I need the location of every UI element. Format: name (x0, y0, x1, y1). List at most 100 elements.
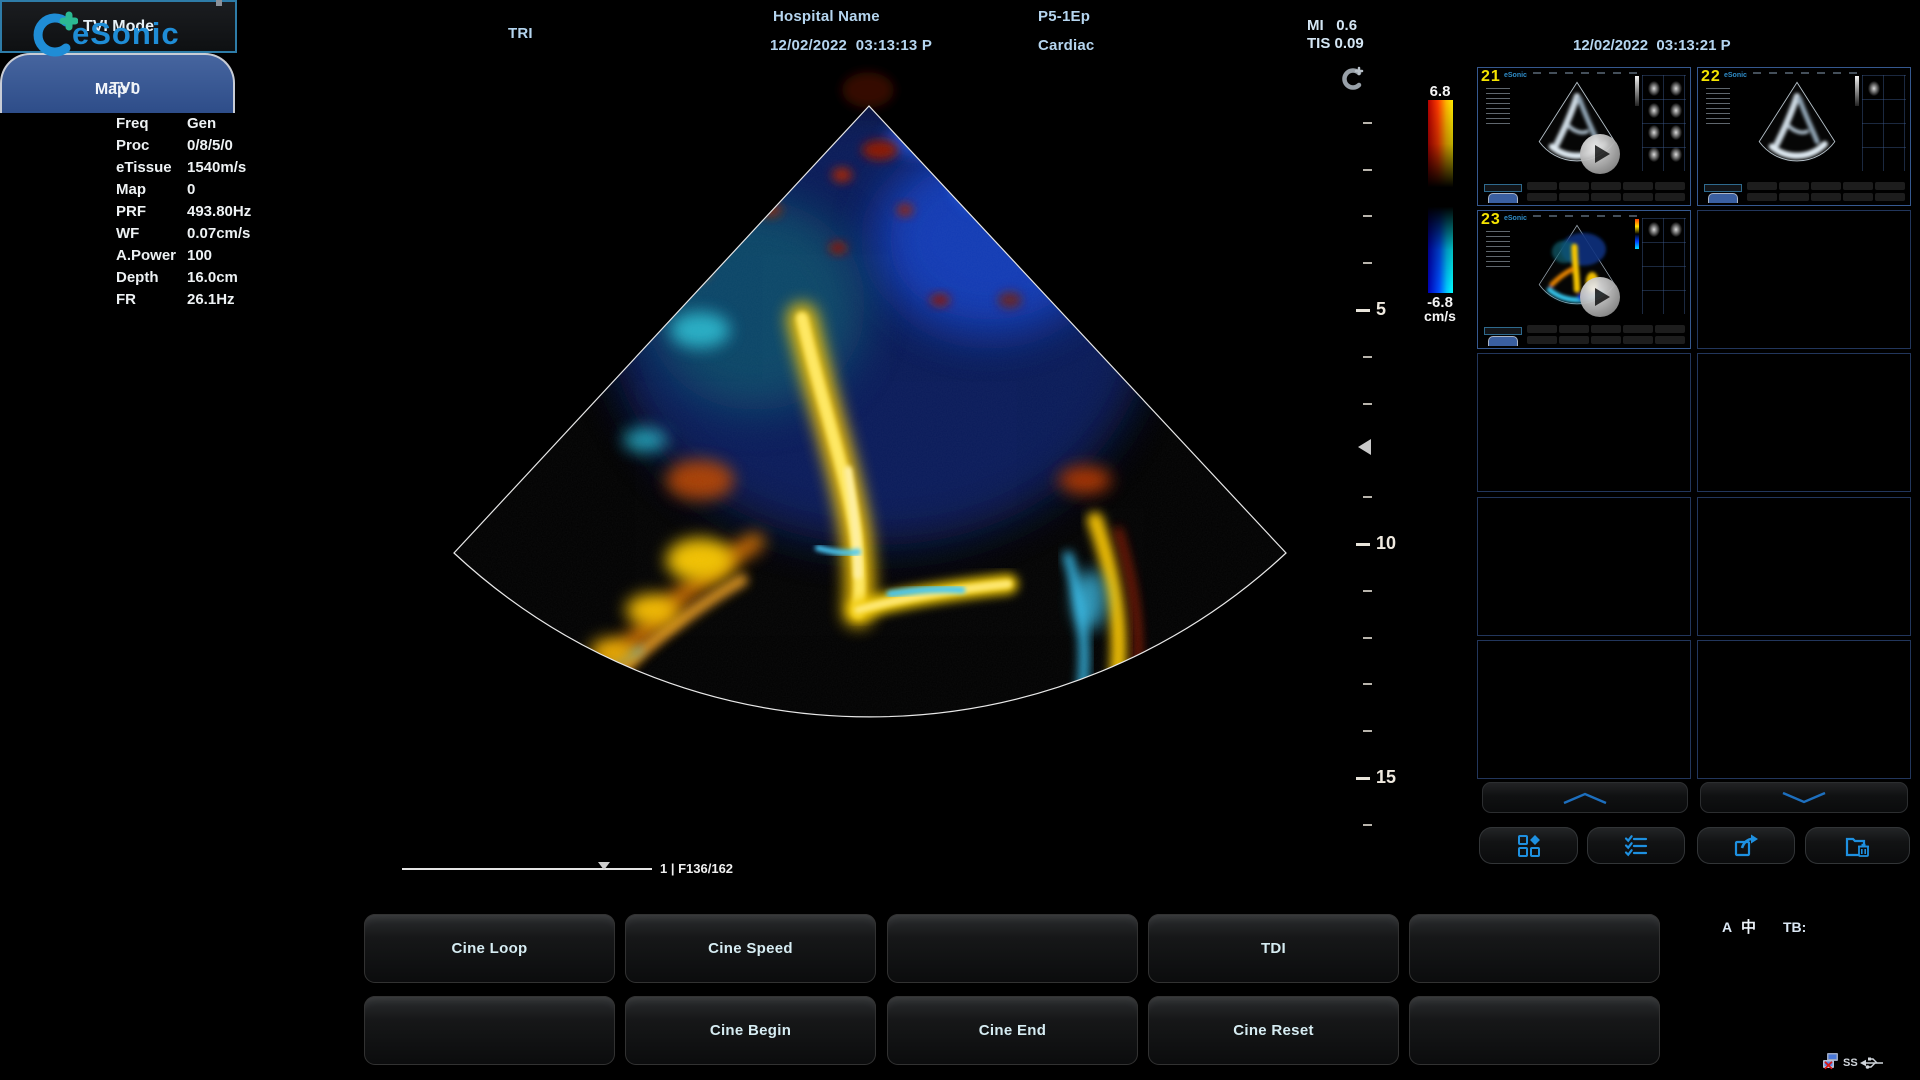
play-triangle (1595, 145, 1610, 163)
thumbnail-mini-mode-button (1484, 184, 1522, 192)
chevron-down-icon (1780, 791, 1828, 805)
thumbnail-mini-button (1527, 193, 1557, 201)
usb-trident-icon (1859, 1056, 1885, 1070)
cine-end-button[interactable]: Cine End (887, 996, 1138, 1065)
thumbnail-mini-button (1747, 182, 1777, 190)
thumbnail-mini-button (1559, 336, 1589, 344)
softkey-label: Cine Reset (1233, 1022, 1314, 1039)
cine-position-marker[interactable] (598, 862, 610, 870)
network-disconnected-icon: ✕ (1822, 1052, 1839, 1071)
depth-minor-tick (1363, 824, 1372, 826)
usb-ss-label: SS (1843, 1057, 1858, 1069)
thumbnail-mini-button (1623, 182, 1653, 190)
softkey-label: TDI (1261, 940, 1286, 957)
cine-reset-button[interactable]: Cine Reset (1148, 996, 1399, 1065)
layout-button[interactable] (1479, 827, 1578, 864)
trackball-indicator: TB: (1783, 919, 1806, 935)
thumbnail-empty-cell (1697, 210, 1911, 349)
export-icon (1733, 833, 1760, 859)
thumbnail-cell[interactable]: 22eSonic (1697, 67, 1911, 206)
cine-progress-line[interactable] (402, 868, 652, 870)
blank-softkey-button[interactable] (1409, 996, 1660, 1065)
colorbar-negative-gradient (1428, 197, 1453, 294)
thumbnail-mini-button (1875, 182, 1905, 190)
softkey-label: Cine Loop (451, 940, 527, 957)
thumbnail-empty-cell (1477, 353, 1691, 492)
depth-minor-tick (1363, 169, 1372, 171)
blank-softkey-button[interactable] (887, 914, 1138, 983)
focus-marker (1358, 439, 1371, 455)
depth-ruler: 5 10 15 (1350, 70, 1410, 860)
thumbnail-mini-button (1843, 193, 1873, 201)
thumbnail-mini-colorbar (1855, 76, 1859, 106)
thumbnail-mini-clip (1670, 81, 1682, 96)
depth-minor-tick (1363, 356, 1372, 358)
thumbnail-mini-grid (1642, 75, 1686, 171)
thumbnail-mini-clip (1670, 103, 1682, 118)
thumbnail-cell[interactable]: 23eSonic (1477, 210, 1691, 349)
thumbnail-mini-button (1559, 182, 1589, 190)
thumbnail-header-lines (1533, 72, 1643, 74)
play-triangle (1595, 288, 1610, 306)
thumbnail-mini-colorbar (1635, 76, 1639, 106)
export-button[interactable] (1697, 827, 1795, 864)
cine-loop-button[interactable]: Cine Loop (364, 914, 615, 983)
thumbnail-mini-button (1591, 325, 1621, 333)
tdi-button[interactable]: TDI (1148, 914, 1399, 983)
softkey-label: Cine End (979, 1022, 1046, 1039)
review-list-button[interactable] (1587, 827, 1685, 864)
thumbnail-params-lines (1486, 231, 1510, 267)
thumbnail-mini-mode-button (1704, 184, 1742, 192)
cine-frame-counter: 1 | F136/162 (660, 861, 733, 876)
cine-begin-button[interactable]: Cine Begin (625, 996, 876, 1065)
thumbnail-mini-colorbar (1635, 219, 1639, 249)
thumbnail-number: 22 (1701, 68, 1721, 86)
thumbnail-mini-button (1655, 193, 1685, 201)
thumbnails-page-down-button[interactable] (1700, 782, 1908, 813)
thumbnail-mini-button (1527, 325, 1557, 333)
thumbnail-cell[interactable]: 21eSonic (1477, 67, 1691, 206)
thumbnail-mini-button (1527, 336, 1557, 344)
thumbnail-mini-mode-button (1484, 327, 1522, 335)
depth-label: 10 (1376, 533, 1396, 554)
softkey-label: Cine Begin (710, 1022, 791, 1039)
thumbnail-mini-button (1591, 336, 1621, 344)
thumbnails-page-up-button[interactable] (1482, 782, 1688, 813)
thumbnail-mini-button (1811, 182, 1841, 190)
input-language-indicator: A (1722, 919, 1732, 935)
depth-label: 15 (1376, 767, 1396, 788)
thumbnail-mini-button (1655, 182, 1685, 190)
depth-minor-tick (1363, 122, 1372, 124)
trash-icon (1844, 833, 1871, 859)
thumbnail-play-icon (1580, 134, 1620, 174)
thumbnail-mini-clip (1648, 147, 1660, 162)
depth-major-tick (1356, 309, 1370, 312)
thumbnail-mini-button (1623, 336, 1653, 344)
thumbnail-sector-image (1514, 76, 1640, 182)
thumbnail-mini-grid (1862, 75, 1906, 171)
depth-minor-tick (1363, 403, 1372, 405)
thumbnail-empty-cell (1697, 497, 1911, 636)
thumbnail-mini-clip (1648, 103, 1660, 118)
depth-major-tick (1356, 543, 1370, 546)
thumbnail-mini-clip (1648, 125, 1660, 140)
thumbnail-mini-button (1623, 325, 1653, 333)
near-field-artifact (842, 72, 894, 108)
depth-minor-tick (1363, 496, 1372, 498)
cine-speed-button[interactable]: Cine Speed (625, 914, 876, 983)
thumbnail-mini-button (1875, 193, 1905, 201)
delete-button[interactable] (1805, 827, 1910, 864)
thumbnail-mini-button (1811, 193, 1841, 201)
thumbnail-mini-clip (1670, 125, 1682, 140)
thumbnail-mini-map-button (1488, 336, 1518, 346)
thumbnail-play-icon (1580, 277, 1620, 317)
colorbar-unit: cm/s (1420, 308, 1460, 324)
thumbnail-mini-clip (1670, 222, 1682, 237)
blank-softkey-button[interactable] (364, 996, 615, 1065)
thumbnail-empty-cell (1697, 640, 1911, 779)
depth-label: 5 (1376, 299, 1386, 320)
chevron-up-icon (1561, 791, 1609, 805)
blank-softkey-button[interactable] (1409, 914, 1660, 983)
velocity-colorbar (1428, 100, 1453, 293)
usb-superspeed-indicator: SS (1843, 1056, 1885, 1070)
